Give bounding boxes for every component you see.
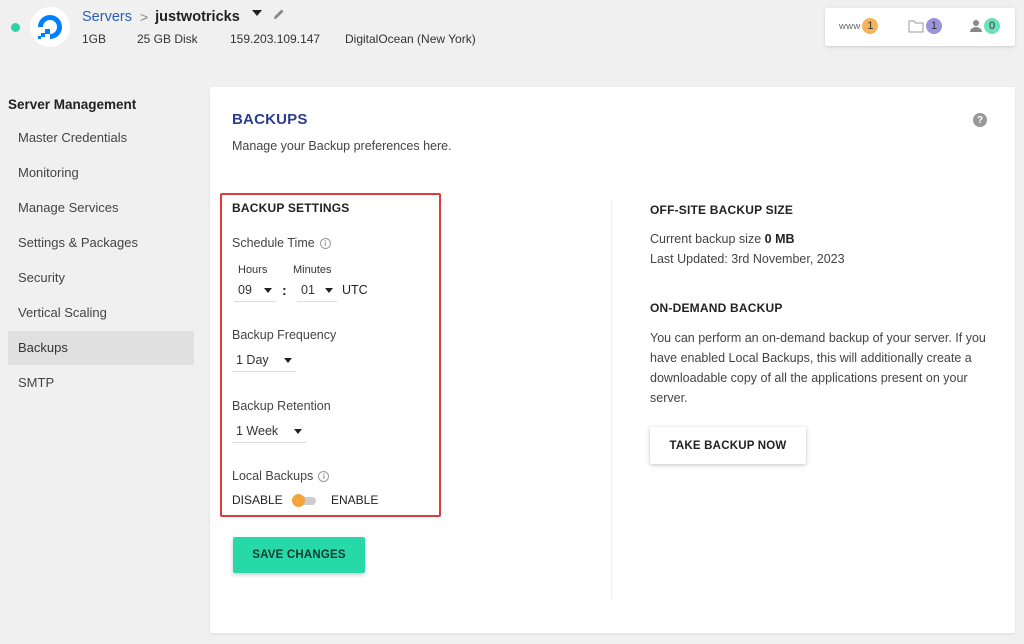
www-counter[interactable]: www 1 [839, 18, 879, 34]
minutes-select[interactable]: 01 [297, 278, 337, 302]
description-line: You can perform an on-demand backup of y… [650, 331, 986, 345]
on-demand-backup-title: ON-DEMAND BACKUP [650, 301, 783, 315]
page-subtitle: Manage your Backup preferences here. [232, 139, 452, 153]
users-counter[interactable]: 0 [970, 18, 1000, 34]
backups-panel: BACKUPS Manage your Backup preferences h… [210, 87, 1015, 633]
minutes-value: 01 [301, 282, 315, 297]
digitalocean-logo-icon [30, 7, 70, 47]
backup-size-prefix: Current backup size [650, 232, 762, 246]
info-circle-icon[interactable]: i [319, 238, 331, 249]
sidebar-item-security[interactable]: Security [8, 261, 194, 295]
sidebar-item-manage-services[interactable]: Manage Services [8, 191, 194, 225]
schedule-time-label: Schedule Time i [232, 236, 331, 250]
www-count-badge: 1 [862, 18, 879, 34]
timezone-label: UTC [342, 283, 368, 297]
sidebar-item-settings-packages[interactable]: Settings & Packages [8, 226, 194, 260]
hours-label: Hours [238, 264, 268, 276]
sidebar-item-vertical-scaling[interactable]: Vertical Scaling [8, 296, 194, 330]
pencil-icon[interactable] [273, 8, 285, 20]
chevron-down-icon [325, 288, 333, 293]
backup-frequency-value: 1 Day [236, 352, 269, 367]
description-line: downloadable copy of all the application… [650, 371, 968, 385]
hours-value: 09 [238, 282, 252, 297]
local-backups-label: Local Backups i [232, 469, 330, 483]
disable-label: DISABLE [232, 493, 283, 507]
enable-label: ENABLE [331, 493, 379, 507]
server-ip: 159.203.109.147 [230, 32, 321, 46]
breadcrumb: Servers > justwotricks [82, 9, 285, 25]
www-icon: www [839, 20, 861, 32]
schedule-time-text: Schedule Time [232, 236, 315, 250]
chevron-down-icon [284, 358, 292, 363]
last-updated: Last Updated: 3rd November, 2023 [650, 252, 845, 266]
column-divider [611, 199, 612, 599]
users-count-badge: 0 [984, 18, 1000, 34]
hours-select[interactable]: 09 [234, 278, 276, 302]
current-backup-size: Current backup size 0 MB [650, 229, 795, 249]
local-backups-text: Local Backups [232, 469, 314, 483]
breadcrumb-servers-link[interactable]: Servers [82, 9, 132, 25]
sidebar-item-monitoring[interactable]: Monitoring [8, 156, 194, 190]
backup-frequency-label: Backup Frequency [232, 328, 337, 342]
description-line: have enabled Local Backups, this will ad… [650, 351, 972, 365]
time-colon: : [282, 282, 287, 298]
server-ram: 1GB [82, 32, 107, 46]
sidebar-item-backups[interactable]: Backups [8, 331, 194, 365]
backup-size-value: 0 MB [764, 232, 795, 246]
server-provider: DigitalOcean (New York) [345, 32, 476, 46]
server-header: Servers > justwotricks 1GB 25 GB Disk 15… [0, 0, 1024, 62]
sidebar-item-master-credentials[interactable]: Master Credentials [8, 121, 194, 155]
folder-icon [908, 20, 924, 33]
backup-settings-title: BACKUP SETTINGS [232, 201, 350, 215]
server-switch-dropdown-icon[interactable] [251, 10, 262, 16]
server-counters: www 1 1 0 [825, 8, 1015, 46]
chevron-down-icon [294, 429, 302, 434]
backup-frequency-select[interactable]: 1 Day [232, 348, 296, 372]
apps-counter[interactable]: 1 [908, 18, 942, 34]
chevron-down-icon [264, 288, 272, 293]
backup-retention-value: 1 Week [236, 423, 279, 438]
breadcrumb-separator: > [139, 9, 149, 25]
toggle-knob[interactable] [292, 494, 305, 507]
offsite-backup-title: OFF-SITE BACKUP SIZE [650, 203, 794, 217]
server-disk: 25 GB Disk [137, 32, 198, 46]
server-status-dot [11, 23, 20, 32]
backup-retention-label: Backup Retention [232, 399, 331, 413]
apps-count-badge: 1 [926, 18, 942, 34]
sidebar-title: Server Management [8, 97, 137, 112]
backup-retention-select[interactable]: 1 Week [232, 419, 306, 443]
info-circle-icon[interactable]: i [318, 471, 330, 482]
server-name: justwotricks [155, 9, 240, 25]
question-circle-icon[interactable]: ? [973, 113, 987, 127]
user-icon [970, 20, 982, 32]
page-title: BACKUPS [232, 111, 308, 128]
sidebar-item-smtp[interactable]: SMTP [8, 366, 194, 400]
save-changes-button[interactable]: SAVE CHANGES [233, 537, 365, 573]
description-line: server. [650, 391, 688, 405]
take-backup-now-button[interactable]: TAKE BACKUP NOW [650, 427, 806, 464]
on-demand-description: You can perform an on-demand backup of y… [650, 328, 1000, 408]
minutes-label: Minutes [293, 264, 332, 276]
